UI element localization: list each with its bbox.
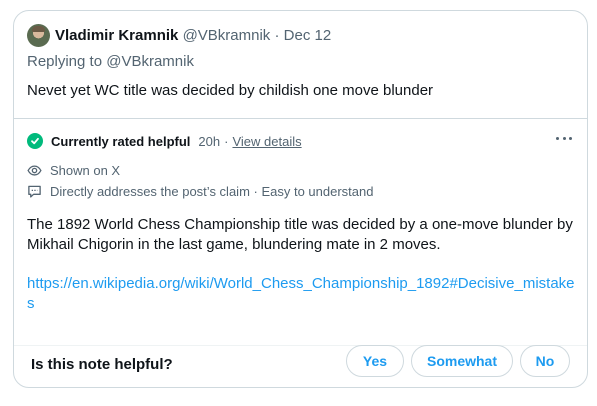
view-details-link[interactable]: View details: [232, 134, 301, 149]
chat-bubble-icon: [28, 185, 41, 198]
author-name[interactable]: Vladimir Kramnik: [55, 27, 178, 44]
note-qualities-text: Directly addresses the post’s claim · Ea…: [50, 183, 374, 199]
quoted-post[interactable]: Vladimir Kramnik @VBkramnik · Dec 12 Rep…: [14, 11, 587, 117]
yes-button[interactable]: Yes: [346, 345, 404, 377]
note-qualities-row: Directly addresses the post’s claim · Ea…: [27, 183, 373, 199]
header-separator: ·: [274, 27, 280, 44]
replying-prefix: Replying to: [27, 53, 103, 70]
avatar[interactable]: [27, 24, 50, 47]
more-horizontal-icon[interactable]: [556, 135, 572, 141]
note-status-label: Currently rated helpful: [51, 133, 191, 149]
post-header: Vladimir Kramnik @VBkramnik · Dec 12: [55, 26, 331, 46]
note-separator: ·: [224, 133, 229, 149]
eye-icon: [27, 164, 42, 176]
replying-mention[interactable]: @VBkramnik: [106, 53, 194, 70]
note-feedback: Is this note helpful? Yes Somewhat No: [14, 345, 587, 389]
post-date[interactable]: Dec 12: [284, 27, 332, 44]
note-time: 20h: [198, 133, 221, 149]
note-status-row: Currently rated helpful 20h · View detai…: [27, 132, 302, 150]
check-circle-icon: [27, 133, 43, 149]
community-note: Currently rated helpful 20h · View detai…: [14, 118, 587, 389]
shown-on-x-row: Shown on X: [27, 162, 120, 178]
no-button[interactable]: No: [520, 345, 570, 377]
shown-on-x-text: Shown on X: [50, 162, 121, 178]
note-source-link[interactable]: https://en.wikipedia.org/wiki/World_Ches…: [27, 274, 579, 314]
replying-to: Replying to @VBkramnik: [27, 52, 194, 72]
note-text: The 1892 World Chess Championship title …: [27, 216, 573, 253]
post-text: Nevet yet WC title was decided by childi…: [27, 82, 434, 99]
author-handle[interactable]: @VBkramnik: [183, 27, 271, 44]
feedback-question: Is this note helpful?: [31, 356, 173, 373]
somewhat-button[interactable]: Somewhat: [411, 345, 513, 377]
post-card: Vladimir Kramnik @VBkramnik · Dec 12 Rep…: [13, 10, 588, 388]
